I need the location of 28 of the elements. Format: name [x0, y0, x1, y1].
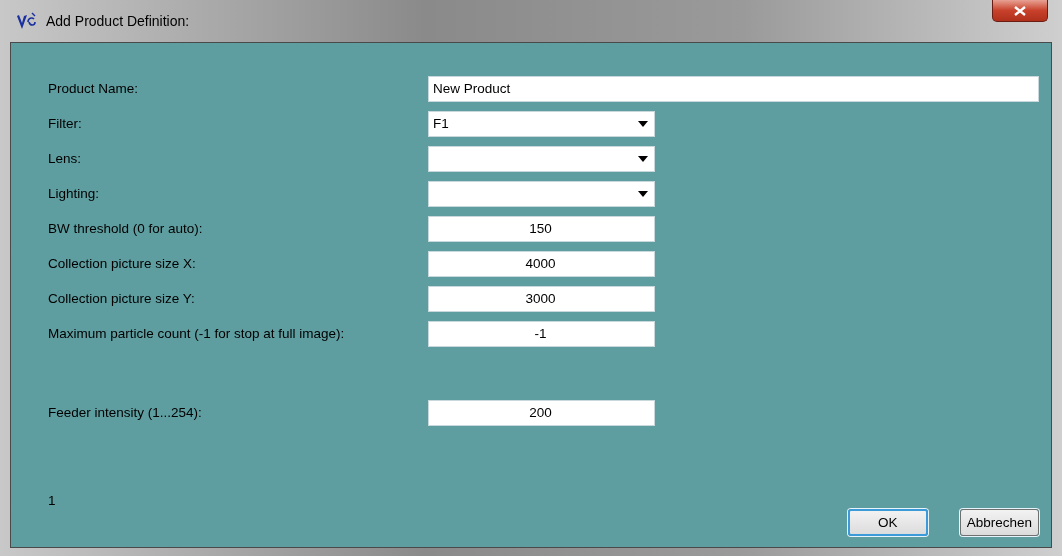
- input-field[interactable]: New Product: [428, 75, 1039, 102]
- field-label: BW threshold (0 for auto):: [48, 221, 204, 236]
- window-title: Add Product Definition:: [46, 13, 190, 29]
- dropdown-caret-icon[interactable]: [638, 155, 648, 162]
- input-field[interactable]: 150: [428, 215, 655, 242]
- dropdown-field[interactable]: [428, 180, 655, 207]
- dropdown-caret-icon[interactable]: [638, 120, 648, 127]
- field-label: Product Name:: [48, 81, 140, 96]
- field-label: Lens:: [48, 151, 83, 166]
- dialog-button[interactable]: OK: [847, 509, 928, 536]
- input-field[interactable]: 4000: [428, 250, 655, 277]
- field-label: Filter:: [48, 116, 83, 131]
- app-logo-icon: [16, 12, 38, 30]
- field-label: Lighting:: [48, 186, 101, 201]
- input-field[interactable]: 3000: [428, 285, 655, 312]
- input-field[interactable]: 200: [428, 399, 655, 426]
- field-label: Collection picture size Y:: [48, 291, 196, 306]
- dropdown-field[interactable]: [428, 145, 655, 172]
- dropdown-field[interactable]: F1: [428, 110, 655, 137]
- field-label: Collection picture size X:: [48, 256, 197, 271]
- field-label: Maximum particle count (-1 for stop at full image):: [48, 326, 346, 341]
- field-label: Feeder intensity (1...254):: [48, 405, 203, 420]
- dropdown-caret-icon[interactable]: [638, 190, 648, 197]
- status-text: 1: [48, 493, 56, 508]
- input-field[interactable]: -1: [428, 320, 655, 347]
- close-button[interactable]: [992, 0, 1048, 22]
- dialog-button[interactable]: Abbrechen: [959, 509, 1039, 536]
- close-icon: [1014, 5, 1026, 16]
